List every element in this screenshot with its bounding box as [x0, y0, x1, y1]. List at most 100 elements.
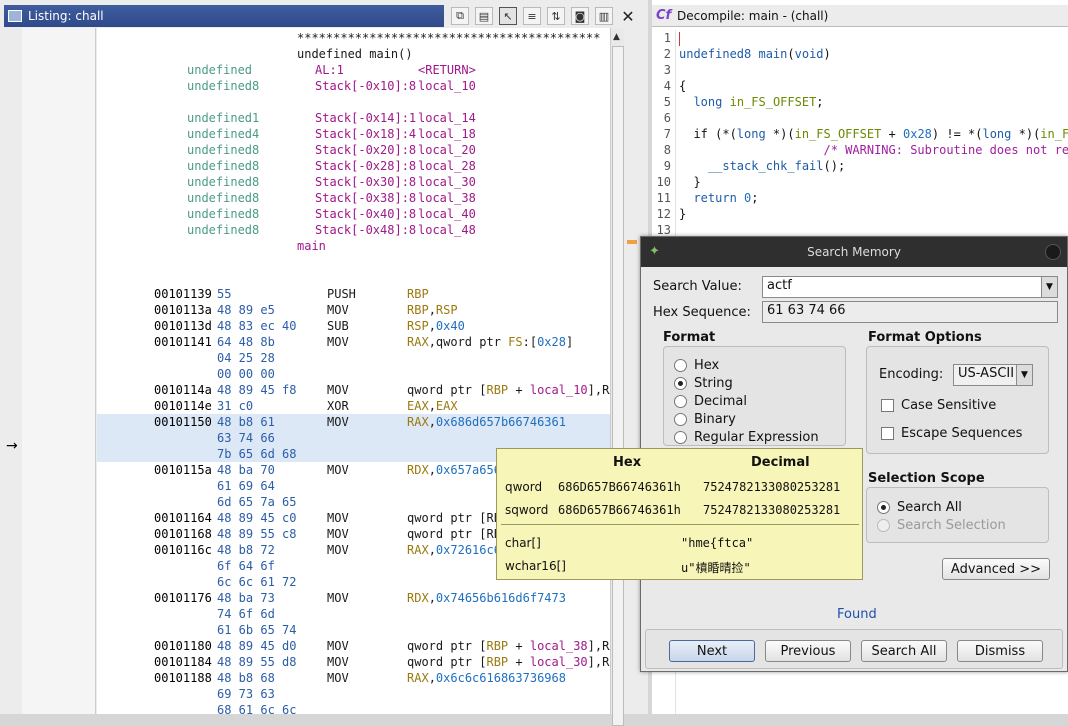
encoding-dropdown-icon[interactable]: ▼	[1016, 365, 1032, 385]
variable-name[interactable]: <RETURN>	[418, 62, 476, 78]
instruction-operands[interactable]: qword ptr [RBP + local_10],RA	[407, 382, 610, 398]
instruction-operands[interactable]: RAX,qword ptr FS:[0x28]	[407, 334, 573, 350]
instruction-address[interactable]: 0010116c	[154, 542, 212, 558]
listing-scrollbar[interactable]: ▲	[610, 28, 624, 726]
source-line[interactable]: undefined8 main(void)	[679, 46, 1068, 62]
function-label[interactable]: main	[297, 238, 326, 254]
instruction-operands[interactable]: RAX,0x72616c6	[407, 542, 501, 558]
instruction-operands[interactable]: qword ptr [RBP + local_38],RA	[407, 638, 610, 654]
instruction-address[interactable]: 0010115a	[154, 462, 212, 478]
function-signature[interactable]: undefined main()	[297, 46, 413, 62]
instruction-mnemonic[interactable]: MOV	[327, 414, 349, 430]
instruction-operands[interactable]: RAX,0x686d657b66746361	[407, 414, 566, 430]
instruction-mnemonic[interactable]: MOV	[327, 542, 349, 558]
source-line[interactable]: __stack_chk_fail();	[679, 158, 1068, 174]
source-line[interactable]	[679, 62, 1068, 78]
instruction-mnemonic[interactable]: MOV	[327, 526, 349, 542]
instruction-mnemonic[interactable]: MOV	[327, 510, 349, 526]
instruction-address[interactable]: 00101180	[154, 638, 212, 654]
instruction-address[interactable]: 00101164	[154, 510, 212, 526]
instruction-operands[interactable]: qword ptr [RB	[407, 526, 501, 542]
instruction-operands[interactable]: RDX,0x74656b616d6f7473	[407, 590, 566, 606]
source-line[interactable]: /* WARNING: Subroutine does not return *…	[679, 142, 1068, 158]
advanced-button[interactable]: Advanced >>	[942, 558, 1050, 580]
instruction-operands[interactable]: EAX,EAX	[407, 398, 458, 414]
variable-name[interactable]: local_48	[418, 222, 476, 238]
scope-search-all-radio[interactable]: Search All	[877, 500, 962, 515]
previous-button[interactable]: Previous	[765, 640, 851, 662]
variable-name[interactable]: local_28	[418, 158, 476, 174]
instruction-operands[interactable]: RDX,0x657a656	[407, 462, 501, 478]
scroll-up-icon[interactable]: ▲	[613, 32, 620, 42]
format-string-radio[interactable]: String	[674, 376, 733, 391]
instruction-address[interactable]: 00101139	[154, 286, 212, 302]
instruction-address[interactable]: 00101188	[154, 670, 212, 686]
source-line[interactable]	[679, 110, 1068, 126]
instruction-mnemonic[interactable]: PUSH	[327, 286, 356, 302]
paste-icon[interactable]: ▤	[475, 7, 493, 25]
copy-icon[interactable]: ⧉	[451, 7, 469, 25]
instruction-address[interactable]: 0010113a	[154, 302, 212, 318]
instruction-mnemonic[interactable]: MOV	[327, 302, 349, 318]
instruction-operands[interactable]: RBP,RSP	[407, 302, 458, 318]
variable-name[interactable]: local_14	[418, 110, 476, 126]
instruction-address[interactable]: 00101168	[154, 526, 212, 542]
instruction-mnemonic[interactable]: MOV	[327, 654, 349, 670]
instruction-mnemonic[interactable]: MOV	[327, 670, 349, 686]
instruction-mnemonic[interactable]: SUB	[327, 318, 349, 334]
instruction-mnemonic[interactable]: MOV	[327, 462, 349, 478]
variable-name[interactable]: local_30	[418, 174, 476, 190]
source-line[interactable]: }	[679, 174, 1068, 190]
instruction-operands[interactable]: qword ptr [RBP + local_30],RD	[407, 654, 610, 670]
field-edit-icon[interactable]: ≡	[523, 7, 541, 25]
escape-sequences-checkbox[interactable]: Escape Sequences	[881, 426, 1022, 441]
instruction-mnemonic[interactable]: MOV	[327, 334, 349, 350]
source-line[interactable]: if (*(long *)(in_FS_OFFSET + 0x28) != *(…	[679, 126, 1068, 142]
snapshot-icon[interactable]: ◙	[571, 7, 589, 25]
instruction-address[interactable]: 00101141	[154, 334, 212, 350]
format-regex-radio[interactable]: Regular Expression	[674, 430, 819, 445]
variable-name[interactable]: local_38	[418, 190, 476, 206]
instruction-address[interactable]: 00101184	[154, 654, 212, 670]
source-line[interactable]	[679, 30, 1068, 46]
variable-name[interactable]: local_40	[418, 206, 476, 222]
diff-icon[interactable]: ⇅	[547, 7, 565, 25]
instruction-operands[interactable]: RSP,0x40	[407, 318, 465, 334]
instruction-operands[interactable]: RAX,0x6c6c616863736968	[407, 670, 566, 686]
dismiss-button[interactable]: Dismiss	[957, 640, 1043, 662]
scrollbar-thumb[interactable]	[612, 46, 624, 726]
format-hex-radio[interactable]: Hex	[674, 358, 719, 373]
source-line[interactable]: {	[679, 78, 1068, 94]
layout-icon[interactable]: ▥	[595, 7, 613, 25]
close-icon[interactable]: ✕	[619, 7, 637, 26]
instruction-mnemonic[interactable]: MOV	[327, 638, 349, 654]
variable-name[interactable]: local_20	[418, 142, 476, 158]
instruction-operands[interactable]: RBP	[407, 286, 429, 302]
case-sensitive-checkbox[interactable]: Case Sensitive	[881, 398, 996, 413]
format-binary-radio[interactable]: Binary	[674, 412, 736, 427]
search-all-button[interactable]: Search All	[861, 640, 947, 662]
instruction-address[interactable]: 00101176	[154, 590, 212, 606]
variable-name[interactable]: local_18	[418, 126, 476, 142]
cursor-select-icon[interactable]: ↖	[499, 7, 517, 25]
search-history-dropdown-icon[interactable]: ▼	[1041, 277, 1057, 297]
instruction-mnemonic[interactable]: XOR	[327, 398, 349, 414]
dialog-close-button[interactable]	[1045, 244, 1061, 260]
variable-name[interactable]: local_10	[418, 78, 476, 94]
source-line[interactable]: }	[679, 206, 1068, 222]
instruction-address[interactable]: 0010113d	[154, 318, 212, 334]
overview-marker[interactable]	[627, 240, 637, 244]
source-line[interactable]: long in_FS_OFFSET;	[679, 94, 1068, 110]
instruction-mnemonic[interactable]: MOV	[327, 590, 349, 606]
instruction-address[interactable]: 00101150	[154, 414, 212, 430]
instruction-mnemonic[interactable]: MOV	[327, 382, 349, 398]
source-line[interactable]: return 0;	[679, 190, 1068, 206]
listing-code-view[interactable]: ****************************************…	[97, 28, 610, 714]
encoding-select[interactable]: US-ASCII ▼	[953, 364, 1033, 386]
format-decimal-radio[interactable]: Decimal	[674, 394, 747, 409]
instruction-address[interactable]: 0010114e	[154, 398, 212, 414]
search-value-input[interactable]: actf ▼	[762, 276, 1058, 298]
instruction-address[interactable]: 0010114a	[154, 382, 212, 398]
next-button[interactable]: Next	[669, 640, 755, 662]
instruction-operands[interactable]: qword ptr [RB	[407, 510, 501, 526]
